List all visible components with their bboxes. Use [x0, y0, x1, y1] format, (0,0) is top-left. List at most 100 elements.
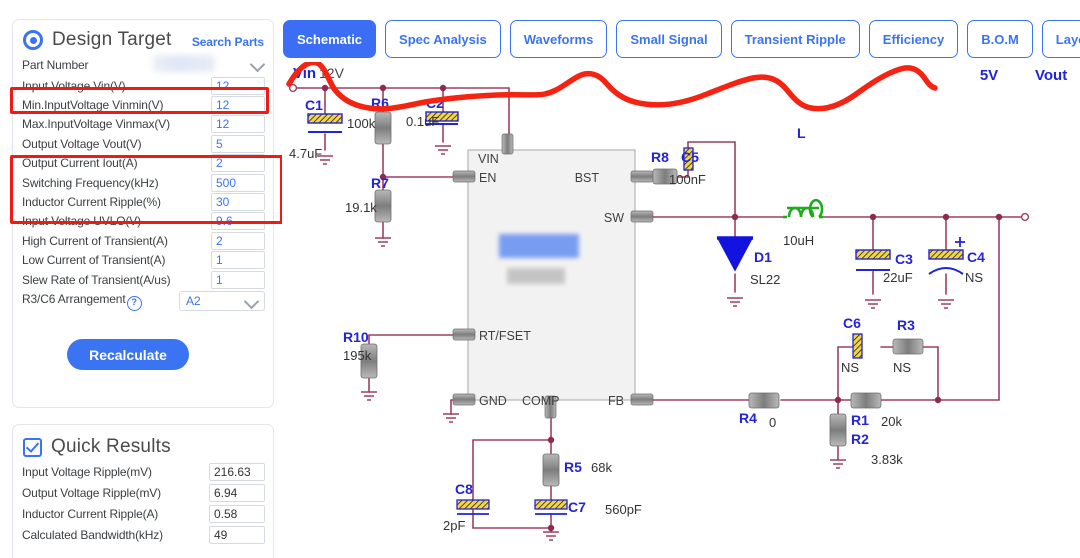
field-row-vinmax[interactable]: Max.InputVoltage Vinmax(V) 12 — [13, 115, 273, 134]
result-row-output-voltage-ripple: Output Voltage Ripple(mV) 6.94 — [13, 482, 273, 503]
schematic-canvas[interactable]: VIN EN BST SW RT/FSET GND COMP FB Vin 12… — [283, 62, 1080, 558]
vin-terminal — [288, 83, 298, 93]
svg-text:R5: R5 — [564, 459, 582, 475]
calculated-bandwidth-value: 49 — [209, 525, 265, 544]
svg-text:VIN: VIN — [478, 152, 499, 166]
quick-results-header: Quick Results — [13, 425, 273, 461]
svg-text:4.7uF: 4.7uF — [289, 146, 322, 161]
inductor-current-ripple-field[interactable]: 30 — [211, 193, 265, 212]
design-target-card: Design Target Search Parts Part Number I… — [12, 19, 274, 408]
field-row-uvlo[interactable]: Input Voltage UVLO(V) 9.6 — [13, 212, 273, 231]
svg-text:10uH: 10uH — [783, 233, 814, 248]
svg-text:20k: 20k — [881, 414, 902, 429]
tab-efficiency[interactable]: Efficiency — [868, 20, 959, 58]
svg-text:R10: R10 — [343, 329, 369, 345]
capacitor-C4-polarized — [928, 237, 965, 309]
field-row-output-voltage-vout[interactable]: Output Voltage Vout(V) 5 — [13, 134, 273, 153]
recalculate-button[interactable]: Recalculate — [67, 339, 189, 370]
row-label: Slew Rate of Transient(A/us) — [22, 272, 171, 287]
tab-waveforms[interactable]: Waveforms — [509, 20, 608, 58]
svg-text:19.1k: 19.1k — [345, 200, 377, 215]
tab-layout[interactable]: Layout — [1041, 20, 1080, 58]
output-voltage-vout-field[interactable]: 5 — [211, 134, 265, 153]
svg-text:0.1uF: 0.1uF — [406, 114, 439, 129]
output-current-iout-field[interactable]: 2 — [211, 154, 265, 173]
ic-sublabel-redacted — [507, 268, 565, 284]
svg-text:EN: EN — [479, 171, 496, 185]
svg-text:SL22: SL22 — [750, 272, 780, 287]
row-label: Switching Frequency(kHz) — [22, 175, 159, 190]
tab-schematic[interactable]: Schematic — [283, 20, 377, 58]
svg-text:0: 0 — [769, 415, 776, 430]
result-row-input-voltage-ripple: Input Voltage Ripple(mV) 216.63 — [13, 461, 273, 482]
svg-text:68k: 68k — [591, 460, 612, 475]
r3c6-arrangement-label: R3/C6 Arrangement? — [22, 292, 179, 311]
row-label: Min.InputVoltage Vinmin(V) — [22, 98, 164, 113]
capacitor-C6 — [852, 333, 863, 359]
app-root: Design Target Search Parts Part Number I… — [0, 0, 1080, 558]
resistor-R2 — [829, 413, 847, 447]
resistor-R5 — [542, 453, 560, 487]
svg-text:C5: C5 — [681, 149, 699, 165]
svg-text:3.83k: 3.83k — [871, 452, 903, 467]
bullseye-icon — [23, 30, 43, 50]
row-label: Inductor Current Ripple(%) — [22, 195, 161, 210]
field-row-output-current-iout[interactable]: Output Current Iout(A) 2 — [13, 154, 273, 173]
help-icon[interactable]: ? — [126, 295, 142, 311]
field-row-low-current-transient[interactable]: Low Current of Transient(A) 1 — [13, 251, 273, 270]
inductor-L — [783, 198, 824, 219]
slew-rate-field[interactable]: 1 — [211, 270, 265, 289]
svg-text:100k: 100k — [347, 116, 376, 131]
svg-text:R2: R2 — [851, 431, 869, 447]
output-voltage-ripple-value: 6.94 — [209, 483, 265, 502]
vinmax-field[interactable]: 12 — [211, 115, 265, 134]
svg-text:COMP: COMP — [522, 394, 560, 408]
tab-transient-ripple[interactable]: Transient Ripple — [730, 20, 860, 58]
vinmin-field[interactable]: 12 — [211, 96, 265, 115]
resistor-R3 — [892, 338, 924, 355]
svg-text:NS: NS — [893, 360, 911, 375]
svg-text:560pF: 560pF — [605, 502, 642, 517]
low-current-transient-field[interactable]: 1 — [211, 251, 265, 270]
input-voltage-vin-field[interactable]: 12 — [211, 76, 265, 95]
high-current-transient-field[interactable]: 2 — [211, 231, 265, 250]
input-voltage-ripple-value: 216.63 — [209, 462, 265, 481]
field-row-inductor-current-ripple[interactable]: Inductor Current Ripple(%) 30 — [13, 192, 273, 212]
field-row-input-voltage-vin[interactable]: Input Voltage Vin(V) 12 — [13, 76, 273, 95]
resistor-R4 — [748, 392, 780, 409]
field-row-r3c6-arrangement[interactable]: R3/C6 Arrangement? A2 — [13, 289, 273, 313]
result-row-inductor-current-ripple: Inductor Current Ripple(A) 0.58 — [13, 503, 273, 524]
uvlo-field[interactable]: 9.6 — [211, 212, 265, 231]
svg-text:C3: C3 — [895, 251, 913, 267]
field-row-switching-frequency[interactable]: Switching Frequency(kHz) 500 — [13, 173, 273, 192]
field-row-vinmin[interactable]: Min.InputVoltage Vinmin(V) 12 — [13, 95, 273, 115]
row-label: Max.InputVoltage Vinmax(V) — [22, 117, 170, 132]
r3c6-arrangement-select[interactable]: A2 — [179, 291, 265, 312]
field-row-slew-rate[interactable]: Slew Rate of Transient(A/us) 1 — [13, 270, 273, 289]
svg-text:RT/FSET: RT/FSET — [479, 329, 531, 343]
tab-bom[interactable]: B.O.M — [967, 20, 1033, 58]
tab-spec-analysis[interactable]: Spec Analysis — [385, 20, 501, 58]
field-row-high-current-transient[interactable]: High Current of Transient(A) 2 — [13, 231, 273, 250]
tab-small-signal[interactable]: Small Signal — [616, 20, 722, 58]
net-label-vin: Vin — [293, 65, 316, 82]
switching-frequency-field[interactable]: 500 — [211, 173, 265, 192]
search-parts-link[interactable]: Search Parts — [192, 35, 264, 49]
svg-text:L: L — [797, 125, 806, 141]
ic-body — [467, 149, 636, 401]
svg-text:R7: R7 — [371, 175, 389, 191]
row-label: Inductor Current Ripple(A) — [22, 506, 159, 521]
checkbox-checked-icon — [23, 437, 42, 457]
result-row-calculated-bandwidth: Calculated Bandwidth(kHz) 49 — [13, 524, 273, 545]
svg-text:C2: C2 — [426, 95, 444, 111]
svg-text:GND: GND — [479, 394, 507, 408]
resistor-R7 — [374, 189, 392, 223]
sidebar: Design Target Search Parts Part Number I… — [0, 0, 282, 558]
net-value-vin: 12V — [319, 65, 345, 81]
svg-text:100nF: 100nF — [669, 172, 706, 187]
row-label: Input Voltage Vin(V) — [22, 78, 126, 93]
part-number-row[interactable]: Part Number — [13, 54, 273, 76]
row-label: Low Current of Transient(A) — [22, 253, 166, 268]
design-target-title: Design Target — [52, 29, 172, 50]
ic-part-label-redacted — [499, 234, 579, 258]
